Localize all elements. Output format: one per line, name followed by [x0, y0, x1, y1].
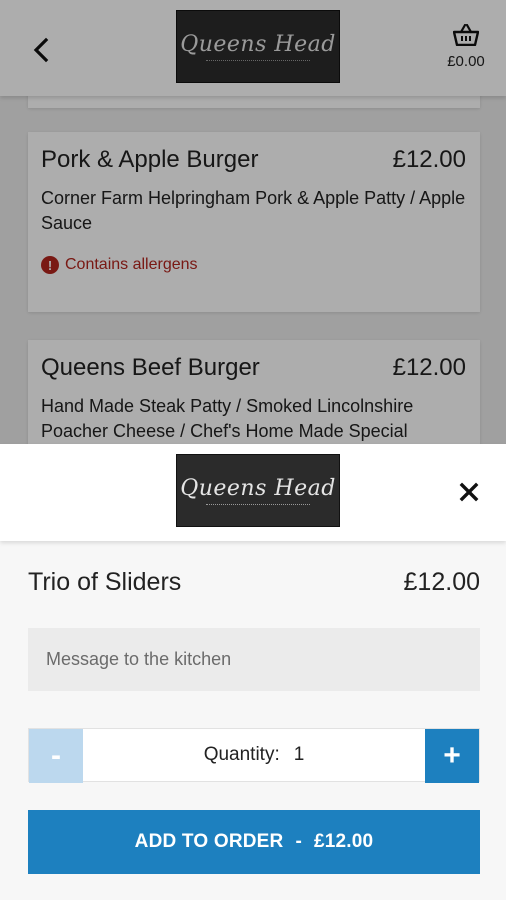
close-icon: [459, 482, 479, 502]
item-title-row: Trio of Sliders £12.00: [28, 568, 480, 597]
item-sheet: Queens Head Trio of Sliders £12.00 - Qua…: [0, 444, 506, 900]
item-name: Trio of Sliders: [28, 568, 182, 596]
increase-quantity-button[interactable]: +: [425, 729, 479, 783]
kitchen-message-input[interactable]: [28, 628, 480, 691]
item-price: £12.00: [403, 568, 480, 596]
restaurant-logo: Queens Head: [176, 454, 340, 527]
quantity-value: 1: [293, 744, 305, 765]
logo-text: Queens Head: [180, 475, 336, 501]
close-button[interactable]: [455, 478, 483, 506]
add-to-order-button[interactable]: ADD TO ORDER - £12.00: [28, 810, 480, 874]
quantity-label: Quantity:: [203, 744, 280, 765]
add-button-separator: -: [295, 831, 302, 852]
add-button-price: £12.00: [313, 831, 374, 852]
add-button-label: ADD TO ORDER: [134, 831, 284, 852]
decrease-quantity-button[interactable]: -: [29, 729, 83, 783]
sheet-header: Queens Head: [0, 444, 506, 541]
quantity-stepper: - Quantity: 1 +: [28, 728, 480, 783]
quantity-display: Quantity: 1: [83, 729, 425, 781]
